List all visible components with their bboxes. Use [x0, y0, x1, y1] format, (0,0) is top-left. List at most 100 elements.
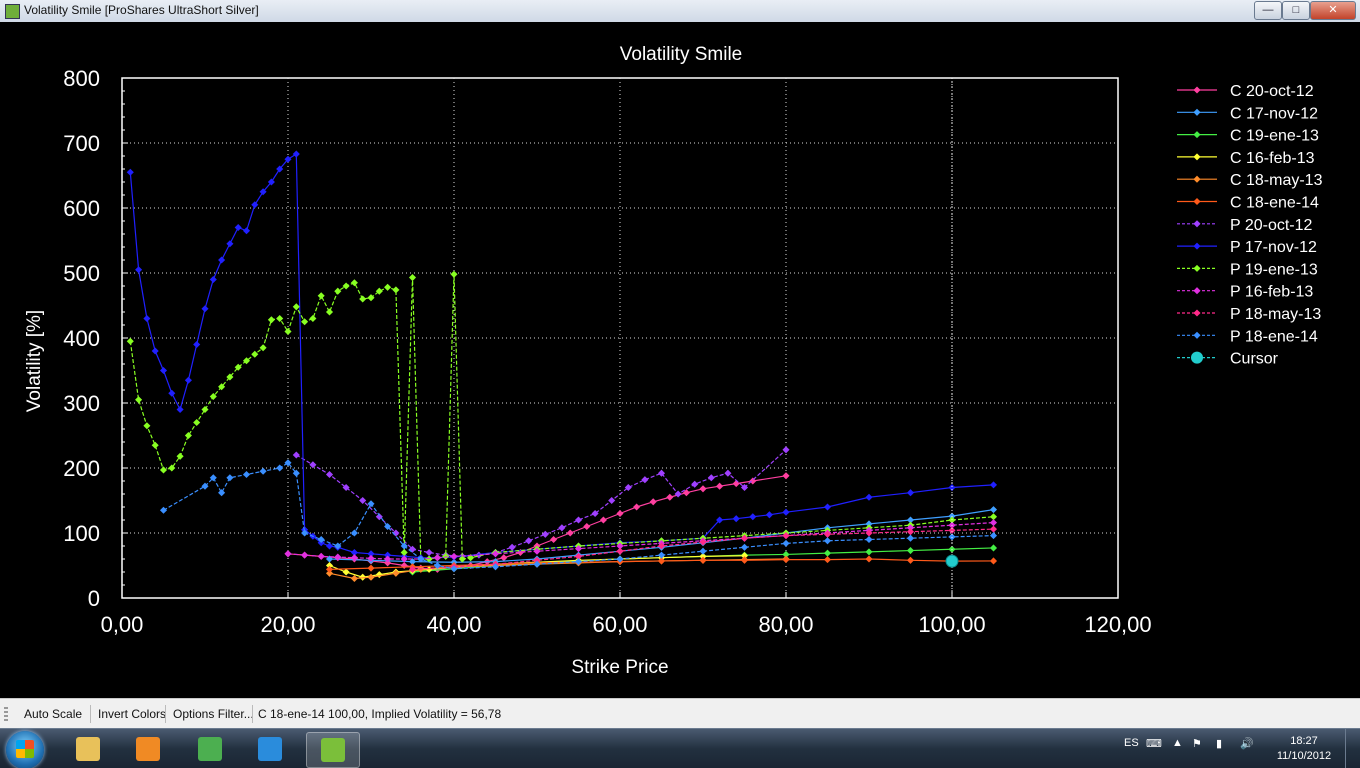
legend-label: P 16-feb-13 [1230, 284, 1313, 301]
auto-scale-button[interactable]: Auto Scale [20, 707, 86, 721]
options-filter-button[interactable]: Options Filter... [169, 707, 258, 721]
y-tick-label: 0 [88, 586, 100, 611]
taskbar-media-button[interactable] [122, 732, 174, 766]
data-point [765, 511, 773, 519]
data-point [823, 537, 832, 545]
data-point [865, 555, 873, 563]
data-point [740, 556, 749, 564]
x-tick-label: 100,00 [918, 612, 985, 637]
system-clock[interactable]: 18:27 11/10/2012 [1266, 734, 1342, 764]
legend-item: P 17-nov-12 [1177, 239, 1317, 256]
data-point [135, 396, 143, 404]
legend-marker [1193, 287, 1201, 295]
legend-item: Cursor [1177, 351, 1279, 368]
data-point [201, 305, 209, 313]
x-tick-label: 80,00 [758, 612, 813, 637]
close-button[interactable]: ✕ [1310, 1, 1356, 20]
data-point [699, 547, 707, 555]
data-point [226, 474, 234, 482]
data-point [276, 314, 284, 323]
chrome-icon [198, 737, 222, 761]
data-point [823, 530, 832, 538]
legend-marker [1193, 175, 1201, 183]
data-point [823, 556, 832, 564]
data-point [325, 470, 334, 479]
data-point [400, 548, 408, 557]
volatility-chart[interactable]: Volatility Smile Strike Price Volatility… [0, 22, 1360, 696]
legend-marker [1193, 86, 1201, 94]
data-point [906, 528, 915, 536]
data-point [508, 543, 516, 551]
data-point [392, 286, 400, 294]
data-point [989, 506, 998, 514]
data-point [284, 550, 292, 558]
data-point [367, 500, 375, 508]
legend-label: C 20-oct-12 [1230, 83, 1314, 100]
legend-marker [1193, 153, 1201, 161]
data-point [782, 446, 790, 454]
legend: C 20-oct-12 C 17-nov-12 C 19-ene-13 C 16-fe… [1177, 83, 1323, 368]
data-point [608, 496, 616, 505]
data-point [267, 316, 275, 324]
data-point [408, 274, 417, 282]
data-point [159, 506, 168, 514]
invert-colors-button[interactable]: Invert Colors [94, 707, 170, 721]
taskbar-ie-button[interactable] [244, 732, 296, 766]
data-point [865, 535, 873, 544]
y-tick-label: 700 [63, 131, 100, 156]
data-point [367, 564, 375, 572]
language-indicator[interactable]: ES [1124, 737, 1139, 749]
data-point [135, 266, 143, 274]
data-point [707, 474, 715, 482]
cursor-marker [945, 554, 959, 568]
chart-area[interactable]: Volatility Smile Strike Price Volatility… [0, 22, 1360, 696]
data-point [906, 534, 915, 542]
data-point [234, 223, 242, 232]
data-point [749, 513, 757, 521]
legend-label: P 18-may-13 [1230, 306, 1321, 323]
keyboard-icon[interactable]: ⌨ [1146, 737, 1162, 750]
data-point [699, 556, 707, 564]
taskbar-explorer-button[interactable] [62, 732, 114, 766]
show-desktop-button[interactable] [1345, 729, 1360, 768]
legend-item: P 16-feb-13 [1177, 284, 1313, 301]
network-icon[interactable]: ▮ [1216, 737, 1222, 750]
show-hidden-icons-icon[interactable]: ▲ [1172, 737, 1183, 749]
legend-item: P 18-may-13 [1177, 306, 1321, 323]
data-point [325, 542, 334, 550]
data-point [724, 469, 732, 477]
data-point [616, 509, 624, 518]
legend-label: C 18-may-13 [1230, 172, 1323, 189]
legend-marker [1191, 351, 1203, 364]
data-point [989, 557, 998, 565]
data-point [325, 308, 334, 316]
minimize-button[interactable]: — [1254, 1, 1282, 20]
data-point [242, 227, 251, 235]
volume-icon[interactable]: 🔊 [1240, 737, 1254, 750]
legend-item: C 18-may-13 [1177, 172, 1323, 189]
data-point [350, 574, 358, 583]
taskbar-chrome-button[interactable] [184, 732, 236, 766]
data-point [691, 480, 699, 488]
data-point [666, 493, 674, 501]
taskbar-volatility-button[interactable] [306, 732, 360, 768]
data-point [151, 441, 159, 449]
data-point [433, 554, 441, 562]
data-point [384, 283, 392, 291]
action-center-flag-icon[interactable]: ⚑ [1192, 737, 1202, 750]
data-point [906, 489, 915, 497]
internet-explorer-icon [258, 737, 282, 761]
data-point [242, 470, 251, 479]
maximize-button[interactable]: □ [1282, 1, 1310, 20]
toolbar-grip[interactable] [4, 707, 8, 721]
data-point [782, 472, 790, 480]
start-button[interactable] [6, 731, 44, 768]
data-point [301, 551, 309, 559]
data-point [616, 547, 624, 555]
app-icon [5, 4, 20, 19]
legend-item: C 19-ene-13 [1177, 128, 1319, 145]
series-p-17-nov-12 [126, 150, 998, 562]
series-c-18-may-13 [325, 555, 790, 583]
legend-item: C 17-nov-12 [1177, 105, 1318, 122]
series-line [129, 152, 994, 559]
